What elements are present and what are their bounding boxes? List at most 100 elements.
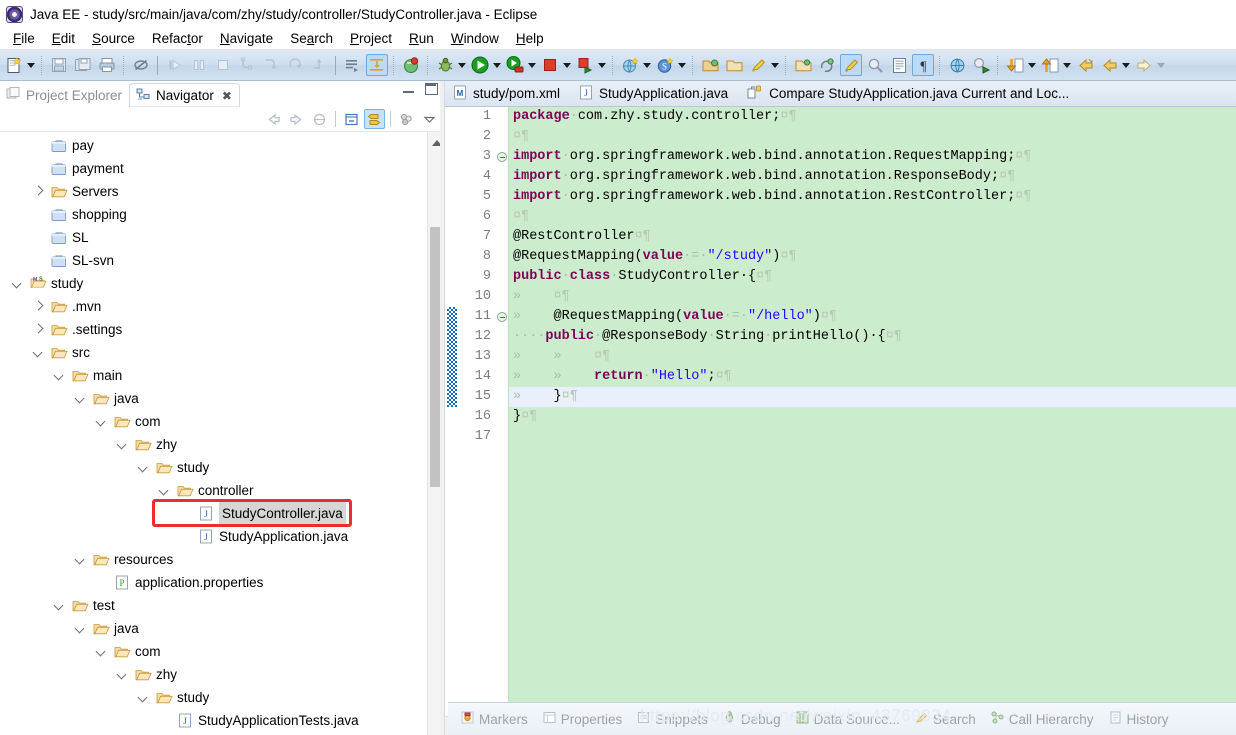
book-icon[interactable] [888, 54, 910, 76]
menu-window[interactable]: Window [443, 30, 508, 47]
tree-item[interactable]: controller [0, 479, 426, 502]
chevron-right-icon[interactable] [28, 318, 49, 341]
debug-dropdown-arrow[interactable] [456, 54, 467, 76]
home-icon[interactable] [309, 109, 330, 129]
bottom-tab-markers[interactable]: Markers [454, 710, 534, 728]
tree-item[interactable]: com [0, 410, 426, 433]
view-chevron-icon[interactable] [419, 109, 440, 129]
chevron-down-icon[interactable] [70, 548, 91, 571]
view-menu-icon[interactable] [396, 109, 417, 129]
editor-tab[interactable]: Compare StudyApplication.java Current an… [739, 81, 1080, 106]
maximize-icon[interactable] [425, 83, 438, 95]
stop-icon[interactable] [539, 54, 561, 76]
tree-item[interactable]: test [0, 594, 426, 617]
web-dropdown-arrow[interactable] [641, 54, 652, 76]
tree-item[interactable]: Servers [0, 180, 426, 203]
code-line[interactable]: }¤¶ [509, 407, 1236, 427]
tree-item[interactable]: src [0, 341, 426, 364]
menu-file[interactable]: File [5, 30, 44, 47]
save-icon[interactable] [48, 54, 70, 76]
tree-item[interactable]: .mvn [0, 295, 426, 318]
highlight-icon[interactable] [747, 54, 769, 76]
back-icon[interactable] [1074, 54, 1096, 76]
run-as-dropdown-arrow[interactable] [596, 54, 607, 76]
tree-item[interactable]: java [0, 387, 426, 410]
folding-ruler[interactable] [495, 107, 508, 716]
code-line[interactable]: import·org.springframework.web.bind.anno… [509, 167, 1236, 187]
menu-search[interactable]: Search [282, 30, 342, 47]
tree-item[interactable]: J StudyController.java [0, 501, 426, 526]
back-arrow-button[interactable] [1098, 54, 1120, 76]
code-line[interactable]: public·class·StudyController·{¤¶ [509, 267, 1236, 287]
open-task-icon[interactable] [342, 54, 364, 76]
sync-icon[interactable] [816, 54, 838, 76]
tree-item[interactable]: resources [0, 548, 426, 571]
chevron-down-icon[interactable] [133, 456, 154, 479]
run-dropdown-arrow[interactable] [491, 54, 502, 76]
editor-tab[interactable]: J StudyApplication.java [571, 81, 739, 106]
open-resource-icon[interactable] [723, 54, 745, 76]
code-line[interactable]: ····public·@ResponseBody·String·printHel… [509, 327, 1236, 347]
tree-item[interactable]: M Sstudy [0, 272, 426, 295]
next-annotation-icon[interactable] [1004, 54, 1026, 76]
bottom-tab-history[interactable]: History [1102, 710, 1175, 728]
run-icon[interactable] [469, 54, 491, 76]
debug-icon[interactable] [434, 54, 456, 76]
chevron-down-icon[interactable] [70, 387, 91, 410]
code-line[interactable]: » ¤¶ [509, 287, 1236, 307]
chevron-right-icon[interactable] [28, 295, 49, 318]
print-icon[interactable] [96, 54, 118, 76]
tree-item[interactable]: SL-svn [0, 249, 426, 272]
chevron-down-icon[interactable] [49, 594, 70, 617]
chevron-down-icon[interactable] [49, 364, 70, 387]
globe-icon[interactable] [946, 54, 968, 76]
code-line[interactable]: @RequestMapping(value·=·"/study")¤¶ [509, 247, 1236, 267]
tree-item[interactable]: SL [0, 226, 426, 249]
back-arrow-icon[interactable] [263, 109, 284, 129]
tab-project-explorer[interactable]: Project Explorer [0, 83, 129, 107]
code-line[interactable] [509, 427, 1236, 447]
forward-arrow-icon[interactable] [286, 109, 307, 129]
bottom-tab-properties[interactable]: Properties [536, 710, 629, 728]
run-server-dropdown-arrow[interactable] [526, 54, 537, 76]
tree-item[interactable]: zhy [0, 663, 426, 686]
bottom-tab-call-hierarchy[interactable]: Call Hierarchy [984, 710, 1100, 728]
bottom-tab-snippets[interactable]: Snippets [630, 710, 714, 728]
tree-item[interactable]: .settings [0, 318, 426, 341]
new-web-project-icon[interactable] [619, 54, 641, 76]
chevron-down-icon[interactable] [154, 479, 175, 502]
chevron-down-icon[interactable] [91, 410, 112, 433]
code-line[interactable]: ¤¶ [509, 207, 1236, 227]
menu-run[interactable]: Run [401, 30, 443, 47]
tree-item[interactable]: zhy [0, 433, 426, 456]
menu-navigate[interactable]: Navigate [212, 30, 282, 47]
back-dropdown-arrow[interactable] [1120, 54, 1131, 76]
chevron-down-icon[interactable] [70, 617, 91, 640]
tree-item[interactable]: Papplication.properties [0, 571, 426, 594]
run-server-icon[interactable] [504, 54, 526, 76]
pilcrow-icon[interactable]: ¶ [912, 54, 934, 76]
next-annotation-arrow[interactable] [1026, 54, 1037, 76]
bottom-tab-data-source[interactable]: Data Source... [789, 710, 906, 728]
tab-navigator[interactable]: Navigator ✖ [129, 83, 240, 107]
annotation-column[interactable] [445, 107, 459, 716]
bottom-tab-search[interactable]: Search [908, 710, 982, 728]
chevron-down-icon[interactable] [91, 640, 112, 663]
chevron-down-icon[interactable] [28, 341, 49, 364]
code-line[interactable]: » » ¤¶ [509, 347, 1236, 367]
new-spring-icon[interactable]: S [654, 54, 676, 76]
search-ref-icon[interactable] [864, 54, 886, 76]
pencil-icon[interactable] [840, 54, 862, 76]
tree-item[interactable]: java [0, 617, 426, 640]
toggle-mark-occurrences-icon[interactable] [366, 54, 388, 76]
chevron-right-icon[interactable] [28, 180, 49, 203]
forward-dropdown-arrow[interactable] [1155, 54, 1166, 76]
code-line[interactable]: » @RequestMapping(value·=·"/hello")¤¶ [509, 307, 1236, 327]
save-all-icon[interactable] [72, 54, 94, 76]
code-line[interactable]: import·org.springframework.web.bind.anno… [509, 187, 1236, 207]
tree-item[interactable]: main [0, 364, 426, 387]
editor-tab[interactable]: Mstudy/pom.xml [445, 81, 571, 106]
close-icon[interactable]: ✖ [222, 89, 232, 103]
code-line[interactable]: » » return·"Hello";¤¶ [509, 367, 1236, 387]
bottom-tab-debug[interactable]: Debug [716, 710, 787, 728]
